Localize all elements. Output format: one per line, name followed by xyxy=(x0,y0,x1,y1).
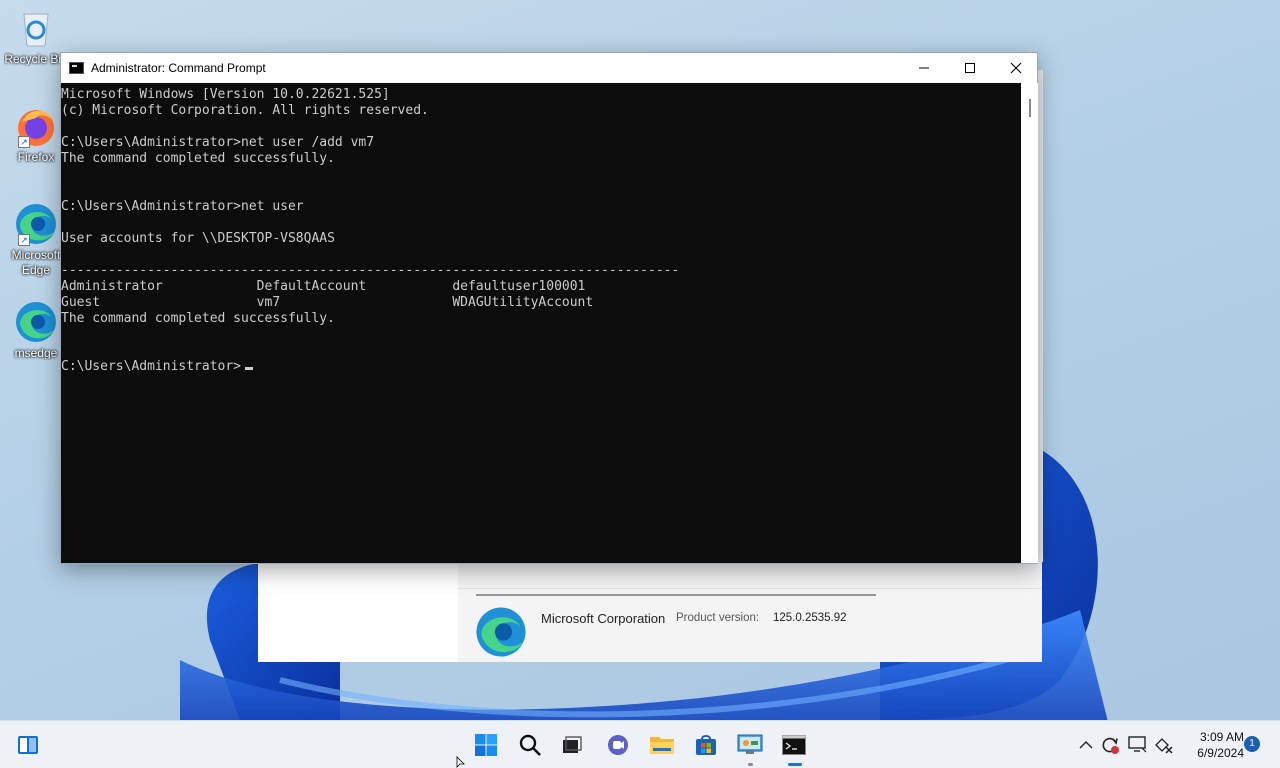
console-prompt-line[interactable]: C:\Users\Administrator> xyxy=(61,359,241,375)
taskbar-chat-button[interactable] xyxy=(600,727,636,763)
notification-badge[interactable]: 1 xyxy=(1244,736,1260,752)
desktop-icon-msedge[interactable]: msedge xyxy=(4,300,68,360)
monitor-icon xyxy=(1128,736,1147,753)
minimize-icon xyxy=(919,67,929,69)
scrollbar-thumb[interactable] xyxy=(1029,99,1031,117)
product-version-label: Product version: xyxy=(676,612,760,624)
console-line: Microsoft Windows [Version 10.0.22621.52… xyxy=(61,87,390,102)
taskbar-file-explorer-button[interactable] xyxy=(644,727,680,763)
console-line: User accounts for \\DESKTOP-VS8QAAS xyxy=(61,231,335,246)
task-view-icon xyxy=(563,736,582,753)
taskbar-control-panel-button[interactable] xyxy=(732,727,768,763)
desktop-icon-label: msedge xyxy=(14,346,58,360)
divider xyxy=(476,594,876,596)
chat-icon xyxy=(608,735,628,755)
minimize-button[interactable] xyxy=(901,53,947,83)
clock-time: 3:09 AM xyxy=(1199,730,1244,744)
tray-update-button[interactable] xyxy=(1100,735,1120,755)
active-app-indicator xyxy=(788,763,802,766)
update-icon xyxy=(1102,737,1119,754)
clock-date: 6/9/2024 xyxy=(1197,746,1244,760)
maximize-button[interactable] xyxy=(947,53,993,83)
console-line: The command completed successfully. xyxy=(61,151,335,166)
taskbar: 3:09 AM 6/9/2024 1 xyxy=(0,720,1280,768)
running-indicator xyxy=(748,763,753,766)
maximize-icon xyxy=(965,63,975,73)
close-icon xyxy=(1010,62,1022,74)
tray-show-hidden-button[interactable] xyxy=(1076,735,1096,755)
dialog-side-panel xyxy=(258,562,458,662)
terminal-icon xyxy=(782,735,806,755)
edge-icon: ↗ xyxy=(14,202,58,246)
divider xyxy=(458,588,1042,589)
network-disconnected-icon xyxy=(1155,738,1173,754)
windows-start-icon xyxy=(475,734,497,756)
taskbar-widgets-button[interactable] xyxy=(10,727,46,763)
background-window-edge xyxy=(1038,70,1043,562)
mouse-pointer-icon xyxy=(456,756,465,768)
shortcut-arrow-icon: ↗ xyxy=(18,234,30,246)
console-line: The command completed successfully. xyxy=(61,311,335,326)
edge-icon xyxy=(474,605,528,659)
desktop-icon-label-text: Microsoft Edge xyxy=(11,248,61,277)
console-line: C:\Users\Administrator>net user /add vm7 xyxy=(61,135,375,150)
taskbar-task-view-button[interactable] xyxy=(554,727,590,763)
window-titlebar[interactable]: Administrator: Command Prompt xyxy=(61,53,1037,83)
control-panel-icon xyxy=(737,734,763,754)
taskbar-clock[interactable]: 3:09 AM 6/9/2024 xyxy=(1182,729,1244,761)
recycle-bin-icon xyxy=(14,6,58,50)
desktop-icon-label: Firefox xyxy=(17,150,55,164)
console-line: Guest vm7 WDAGUtilityAccount xyxy=(61,295,594,310)
edge-icon xyxy=(14,300,58,344)
console-output[interactable]: Microsoft Windows [Version 10.0.22621.52… xyxy=(61,83,1021,563)
tray-display-button[interactable] xyxy=(1128,735,1148,755)
store-icon xyxy=(696,735,716,755)
desktop-icon-label: Recycle Bin xyxy=(4,52,68,66)
desktop-icon-label: Microsoft Edge xyxy=(4,248,68,278)
firefox-icon: ↗ xyxy=(14,104,58,148)
command-prompt-window[interactable]: Administrator: Command Prompt Microsoft … xyxy=(60,52,1038,564)
console-line: C:\Users\Administrator>net user xyxy=(61,199,304,214)
text-cursor xyxy=(245,367,253,370)
background-installer-dialog: Microsoft Corporation Product version: 1… xyxy=(258,562,1042,662)
company-name: Microsoft Corporation xyxy=(541,611,666,626)
tray-network-button[interactable] xyxy=(1154,735,1174,755)
taskbar-start-button[interactable] xyxy=(468,727,504,763)
desktop-icon-firefox[interactable]: ↗ Firefox xyxy=(4,104,68,164)
desktop-icon-recycle-bin[interactable]: Recycle Bin xyxy=(4,6,68,66)
taskbar-search-button[interactable] xyxy=(512,727,548,763)
console-line: (c) Microsoft Corporation. All rights re… xyxy=(61,103,429,118)
product-version-value: 125.0.2535.92 xyxy=(773,612,847,624)
desktop-icon-microsoft-edge[interactable]: ↗ Microsoft Edge xyxy=(4,202,68,278)
taskbar-store-button[interactable] xyxy=(688,727,724,763)
close-button[interactable] xyxy=(993,53,1039,83)
taskbar-command-prompt-button[interactable] xyxy=(776,727,812,763)
widgets-icon xyxy=(18,736,38,754)
search-icon xyxy=(519,734,541,756)
window-title: Administrator: Command Prompt xyxy=(91,61,266,75)
folder-icon xyxy=(650,737,674,754)
chevron-up-icon xyxy=(1079,741,1093,749)
cmd-app-icon[interactable] xyxy=(69,62,84,74)
console-line: ----------------------------------------… xyxy=(61,263,680,278)
shortcut-arrow-icon: ↗ xyxy=(18,136,30,148)
vertical-scrollbar[interactable] xyxy=(1021,83,1038,563)
console-line: Administrator DefaultAccount defaultuser… xyxy=(61,279,586,294)
